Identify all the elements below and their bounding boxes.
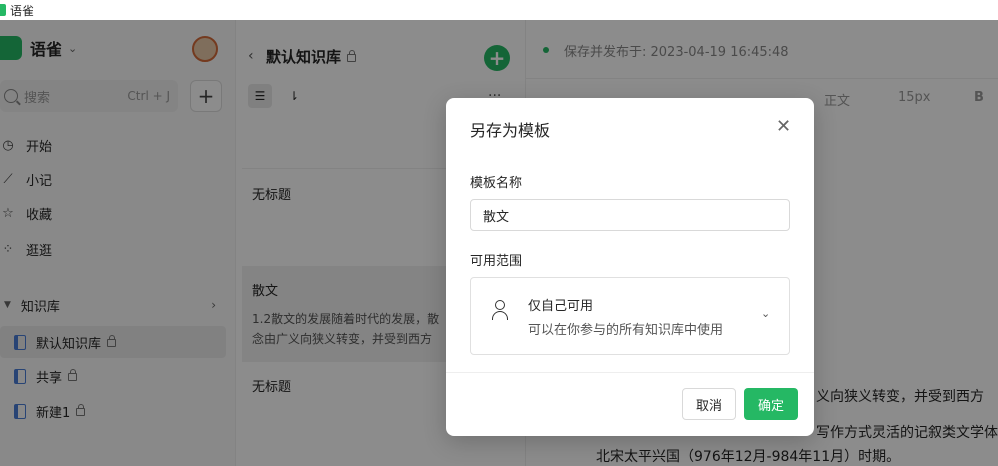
dialog-title: 另存为模板 bbox=[470, 121, 551, 140]
template-name-label: 模板名称 bbox=[470, 176, 523, 191]
scope-option-desc: 可以在你参与的所有知识库中使用 bbox=[528, 323, 724, 338]
save-as-template-dialog: 另存为模板 ✕ 模板名称 可用范围 仅自己可用 可以在你参与的所有知识库中使用 … bbox=[446, 98, 814, 436]
template-name-input[interactable] bbox=[470, 199, 790, 231]
window-titlebar: 语雀 bbox=[0, 0, 998, 20]
app-logo-icon bbox=[0, 4, 6, 16]
user-icon bbox=[491, 300, 509, 320]
scope-label: 可用范围 bbox=[470, 254, 523, 269]
divider bbox=[446, 372, 814, 373]
close-icon[interactable]: ✕ bbox=[776, 116, 791, 137]
confirm-button[interactable]: 确定 bbox=[744, 388, 798, 420]
scope-option-title: 仅自己可用 bbox=[528, 299, 594, 314]
scope-select[interactable]: 仅自己可用 可以在你参与的所有知识库中使用 ⌄ bbox=[470, 277, 790, 355]
window-title: 语雀 bbox=[10, 3, 35, 18]
chevron-down-icon: ⌄ bbox=[761, 307, 771, 320]
cancel-button[interactable]: 取消 bbox=[682, 388, 736, 420]
